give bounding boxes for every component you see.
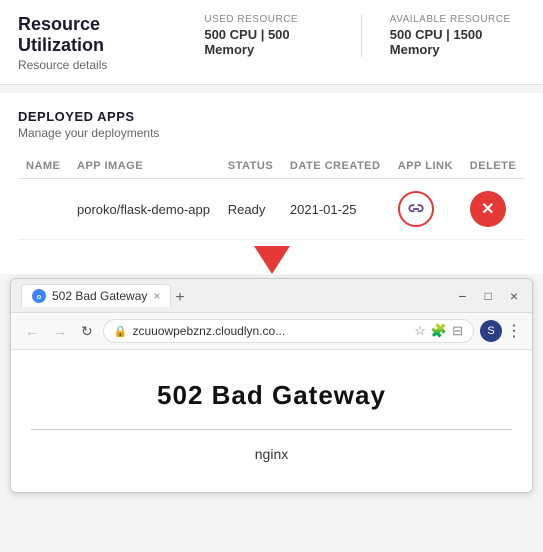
browser-window: ⊙ 502 Bad Gateway × + − □ × ← → ↻ 🔒 zcuu… — [10, 278, 533, 493]
profile-icon[interactable]: S — [480, 320, 502, 342]
back-button[interactable]: ← — [21, 321, 43, 341]
available-resource-label: AVAILABLE RESOURCE — [390, 14, 511, 25]
cell-app-link — [390, 179, 462, 240]
top-section: Resource Utilization Resource details US… — [0, 0, 543, 85]
col-app-link: APP LINK — [390, 154, 462, 179]
available-resource-block: AVAILABLE RESOURCE 500 CPU | 1500 Memory — [390, 14, 525, 57]
deployed-apps-section: DEPLOYED APPS Manage your deployments NA… — [0, 93, 543, 240]
close-icon: ✕ — [481, 199, 494, 219]
new-tab-button[interactable]: + — [171, 289, 188, 307]
error-divider — [31, 429, 512, 430]
deployed-apps-title: DEPLOYED APPS — [18, 109, 525, 124]
browser-action-icons: S ⋮ — [480, 320, 522, 342]
maximize-button[interactable]: □ — [481, 287, 496, 305]
apps-table: NAME APP IMAGE STATUS DATE CREATED APP L… — [18, 154, 525, 240]
cell-date-created: 2021-01-25 — [282, 179, 390, 240]
address-bar[interactable]: 🔒 zcuuowpebznz.cloudlyn.co... ☆ 🧩 ⊟ — [103, 319, 474, 343]
error-server: nginx — [255, 446, 288, 462]
browser-content: 502 Bad Gateway nginx — [11, 350, 532, 492]
forward-button[interactable]: → — [49, 321, 71, 341]
used-resource-block: USED RESOURCE 500 CPU | 500 Memory — [204, 14, 333, 57]
delete-button[interactable]: ✕ — [470, 191, 506, 227]
address-text: zcuuowpebznz.cloudlyn.co... — [132, 324, 409, 338]
table-row: poroko/flask-demo-app Ready 2021-01-25 — [18, 179, 525, 240]
bookmark-icon[interactable]: ☆ — [414, 323, 426, 339]
down-arrow-icon — [254, 246, 290, 274]
table-body: poroko/flask-demo-app Ready 2021-01-25 — [18, 179, 525, 240]
lock-icon: 🔒 — [114, 325, 128, 338]
minimize-button[interactable]: − — [454, 286, 470, 306]
col-name: NAME — [18, 154, 69, 179]
puzzle-icon[interactable]: 🧩 — [431, 323, 447, 339]
stat-divider — [361, 14, 362, 57]
col-delete: DELETE — [462, 154, 525, 179]
resource-stats: USED RESOURCE 500 CPU | 500 Memory AVAIL… — [204, 14, 525, 57]
cell-delete: ✕ — [462, 179, 525, 240]
close-window-button[interactable]: × — [506, 286, 522, 306]
arrow-container — [0, 240, 543, 274]
cell-status: Ready — [220, 179, 282, 240]
browser-tab[interactable]: ⊙ 502 Bad Gateway × — [21, 284, 171, 307]
col-date-created: DATE CREATED — [282, 154, 390, 179]
browser-tabs: ⊙ 502 Bad Gateway × + — [21, 284, 454, 307]
tab-title: 502 Bad Gateway — [52, 289, 147, 303]
table-header: NAME APP IMAGE STATUS DATE CREATED APP L… — [18, 154, 525, 179]
available-resource-value: 500 CPU | 1500 Memory — [390, 27, 525, 57]
col-status: STATUS — [220, 154, 282, 179]
menu-icon[interactable]: ⋮ — [506, 321, 522, 341]
extensions-icon[interactable]: ⊟ — [452, 323, 463, 339]
tab-close-button[interactable]: × — [153, 289, 160, 303]
cell-name — [18, 179, 69, 240]
browser-top-bar: ⊙ 502 Bad Gateway × + − □ × — [11, 279, 532, 313]
refresh-button[interactable]: ↻ — [77, 321, 97, 342]
used-resource-value: 500 CPU | 500 Memory — [204, 27, 333, 57]
window-controls: − □ × — [454, 286, 522, 306]
page-title: Resource Utilization — [18, 14, 180, 56]
resource-title-block: Resource Utilization Resource details — [18, 14, 180, 72]
col-app-image: APP IMAGE — [69, 154, 220, 179]
app-link-button[interactable] — [398, 191, 434, 227]
error-heading: 502 Bad Gateway — [157, 380, 386, 411]
deployed-apps-subtitle: Manage your deployments — [18, 126, 525, 140]
resource-subtitle: Resource details — [18, 58, 180, 72]
svg-text:⊙: ⊙ — [36, 295, 41, 301]
browser-controls: ← → ↻ 🔒 zcuuowpebznz.cloudlyn.co... ☆ 🧩 … — [11, 313, 532, 350]
resource-header: Resource Utilization Resource details US… — [18, 14, 525, 72]
cell-app-image: poroko/flask-demo-app — [69, 179, 220, 240]
used-resource-label: USED RESOURCE — [204, 14, 298, 25]
tab-favicon: ⊙ — [32, 289, 46, 303]
